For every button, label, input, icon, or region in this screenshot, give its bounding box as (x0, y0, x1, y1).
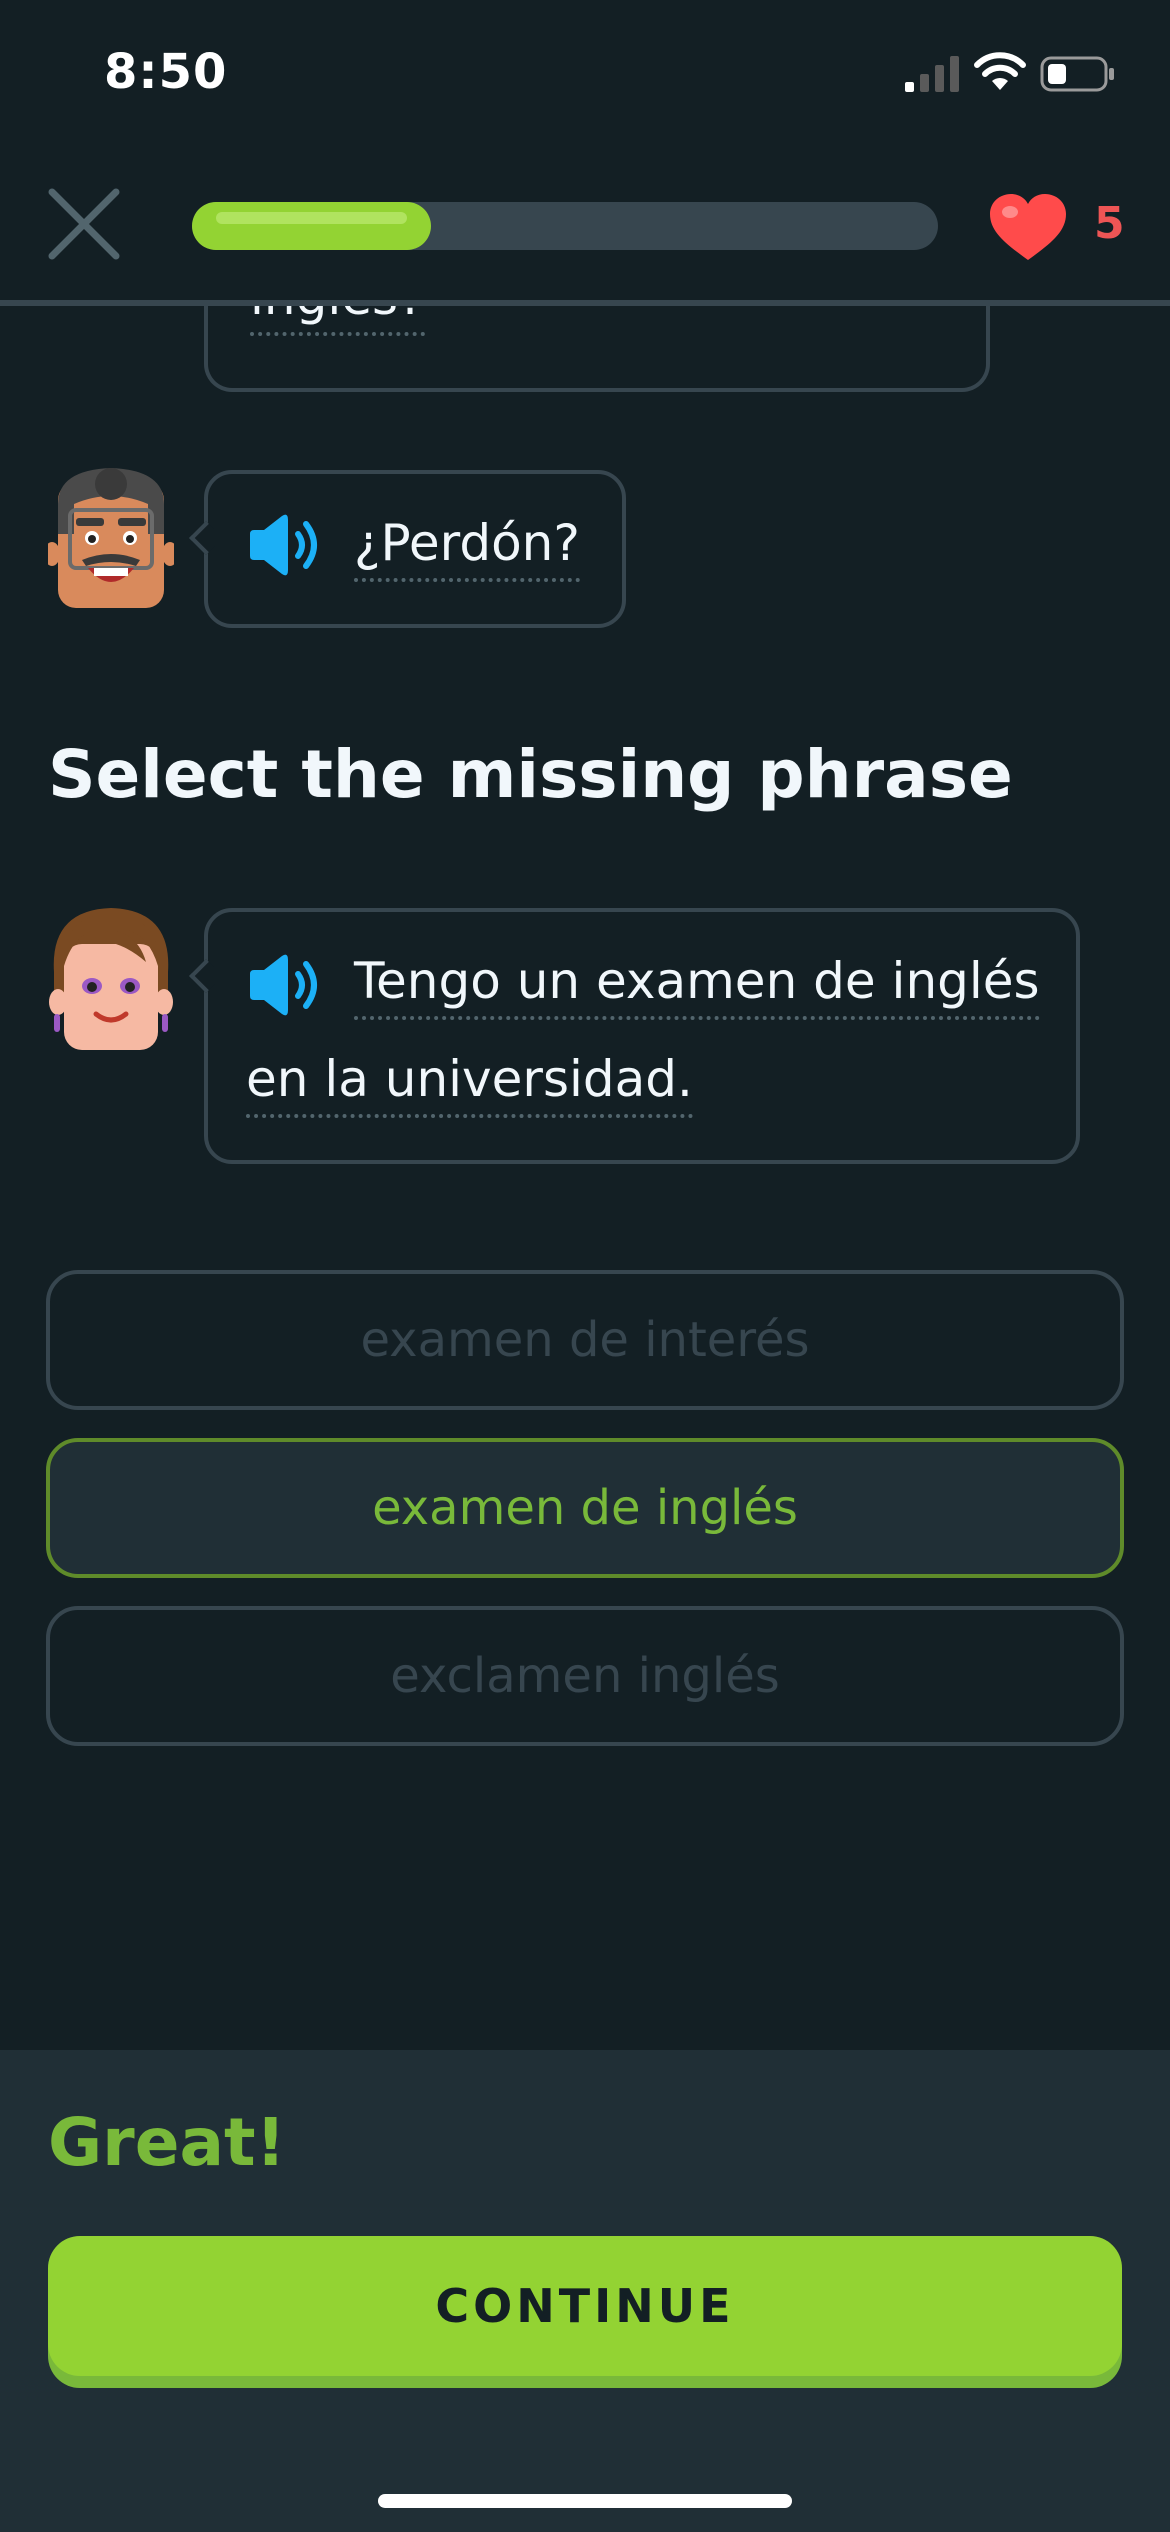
wifi-icon (974, 52, 1026, 90)
woman-line-text-2[interactable]: en la universidad. (246, 1050, 693, 1118)
continue-button[interactable]: CONTINUE (48, 2236, 1122, 2376)
option-1[interactable]: examen de interés (46, 1270, 1124, 1410)
speaker-icon[interactable] (246, 512, 324, 578)
status-bar: 8:50 (0, 0, 1170, 150)
woman-speech-bubble: Tengo un examen de inglés en la universi… (189, 908, 1080, 1164)
feedback-footer: Great! CONTINUE (0, 2050, 1170, 2532)
option-3-label: exclamen inglés (390, 1648, 780, 1704)
bubble-tail (189, 521, 223, 555)
lesson-progress-track (192, 202, 938, 250)
speaker-icon[interactable] (246, 952, 324, 1018)
prompt-title: Select the missing phrase (48, 736, 1013, 813)
lives-heart-icon (990, 194, 1066, 260)
man-avatar (48, 468, 174, 608)
option-3[interactable]: exclamen inglés (46, 1606, 1124, 1746)
man-speech-bubble: ¿Perdón? (189, 470, 626, 628)
header-divider (0, 300, 1170, 306)
feedback-title: Great! (48, 2104, 286, 2181)
status-time: 8:50 (104, 44, 228, 100)
option-2-label: examen de inglés (372, 1480, 798, 1536)
close-button[interactable] (46, 186, 122, 262)
man-line-text[interactable]: ¿Perdón? (354, 514, 580, 582)
woman-avatar (49, 908, 173, 1050)
woman-line-text-1[interactable]: Tengo un examen de inglés (354, 952, 1040, 1020)
option-2-selected[interactable]: examen de inglés (46, 1438, 1124, 1578)
lives-count: 5 (1094, 198, 1125, 249)
option-1-label: examen de interés (360, 1312, 810, 1368)
lesson-progress-shine (216, 212, 407, 224)
lesson-progress-fill (192, 202, 431, 250)
battery-icon (1040, 56, 1114, 92)
signal-icon (905, 56, 959, 92)
home-indicator[interactable] (378, 2494, 792, 2508)
bubble-tail (189, 959, 223, 993)
